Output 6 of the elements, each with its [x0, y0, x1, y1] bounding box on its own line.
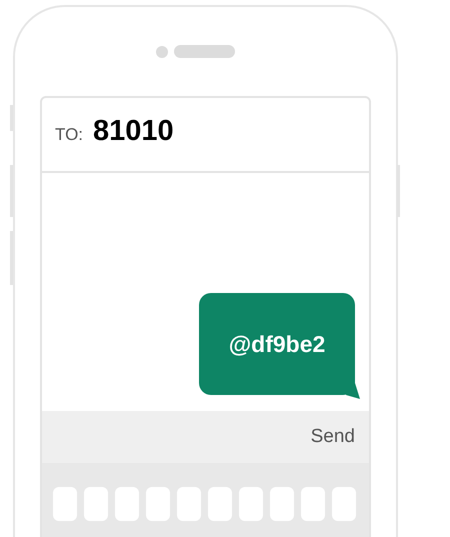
camera-icon — [156, 46, 168, 58]
recipient-label: TO: — [55, 124, 84, 146]
send-button[interactable]: Send — [310, 422, 355, 452]
speaker-icon — [174, 45, 235, 58]
recipient-number: 81010 — [93, 114, 174, 149]
bubble-tail-icon — [346, 383, 360, 399]
